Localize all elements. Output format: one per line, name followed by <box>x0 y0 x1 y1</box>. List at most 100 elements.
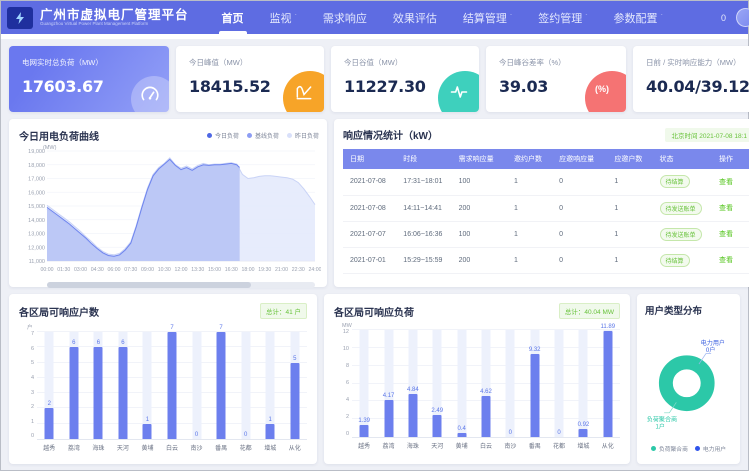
top-navbar: 广州市虚拟电厂管理平台 Guangzhou Virtual Power Plan… <box>1 1 748 34</box>
bar-fill <box>433 415 442 437</box>
category-label-越秀: 越秀 <box>352 441 376 450</box>
total-badge: 总计：41 户 <box>260 303 307 319</box>
bar-花都[interactable]: 0 <box>547 330 571 437</box>
category-label-花都: 花都 <box>233 443 258 452</box>
bar-fill <box>45 408 54 439</box>
bar-花都[interactable]: 0 <box>233 332 258 439</box>
category-label-南沙: 南沙 <box>498 441 522 450</box>
bar-fill <box>143 424 152 439</box>
kpi-label: 今日峰值（MW） <box>189 57 311 68</box>
bar-白云[interactable]: 4.62 <box>474 330 498 437</box>
bar-value-label: 4.84 <box>401 387 425 393</box>
svg-text:12,000: 12,000 <box>28 245 45 251</box>
bar-南沙[interactable]: 0 <box>498 330 522 437</box>
bar-fill <box>481 396 490 437</box>
status-badge: 待发送账单 <box>660 228 702 241</box>
table-cell: 17:31~18:01 <box>396 169 451 195</box>
bar-越秀[interactable]: 1.39 <box>352 330 376 437</box>
status-badge: 待结算 <box>660 254 690 267</box>
bar-南沙[interactable]: 0 <box>184 332 209 439</box>
bar-value-label: 2 <box>37 401 62 407</box>
view-link[interactable]: 查看 <box>719 205 733 212</box>
datazoom-handle[interactable] <box>47 282 251 288</box>
svg-text:07:30: 07:30 <box>124 267 137 273</box>
svg-text:04:30: 04:30 <box>91 267 104 273</box>
response-stats-title: 响应情况统计（kW） <box>343 127 438 142</box>
bar-番禺[interactable]: 9.32 <box>523 330 547 437</box>
view-link[interactable]: 查看 <box>719 231 733 238</box>
user-type-title: 用户类型分布 <box>645 303 732 317</box>
kpi-card-3: 今日峰谷差率（%）39.03(%) <box>486 46 626 112</box>
bar-荔湾[interactable]: 6 <box>62 332 87 439</box>
menu-item-结算管理[interactable]: 结算管理ˇ <box>450 1 525 34</box>
menu-item-参数配置[interactable]: 参数配置ˇ <box>601 1 676 34</box>
category-label-荔湾: 荔湾 <box>376 441 400 450</box>
legend-dot <box>651 446 656 451</box>
bar-从化[interactable]: 11.89 <box>596 330 620 437</box>
bar-fill <box>360 425 369 437</box>
kpi-card-row: 电网实时总负荷（MW）17603.67今日峰值（MW）18415.52今日谷值（… <box>9 46 749 112</box>
legend-item-电力用户[interactable]: 电力用户 <box>695 444 726 453</box>
menu-item-首页[interactable]: 首页 <box>209 1 257 34</box>
bar-fill <box>69 347 78 439</box>
bar-黄埔[interactable]: 0.4 <box>449 330 473 437</box>
svg-text:00:00: 00:00 <box>41 267 54 273</box>
bar-白云[interactable]: 7 <box>160 332 185 439</box>
category-label-白云: 白云 <box>474 441 498 450</box>
app-subtitle: Guangzhou Virtual Power Plant Management… <box>40 22 189 27</box>
table-row: 2021-07-0115:29~15:59200101待结算查看 <box>343 247 749 273</box>
bar-value-label: 0 <box>498 430 522 436</box>
legend-dot <box>207 133 212 138</box>
bar-stripe <box>555 330 564 437</box>
menu-item-label: 签约管理 <box>538 10 582 26</box>
legend-dot <box>287 133 292 138</box>
bar-fill <box>384 400 393 437</box>
svg-text:24:00: 24:00 <box>309 267 321 273</box>
bar-从化[interactable]: 5 <box>282 332 307 439</box>
x-axis-labels: 越秀荔湾海珠天河黄埔白云南沙番禺花都增城从化 <box>37 443 307 452</box>
user-avatar[interactable] <box>736 8 749 27</box>
bar-越秀[interactable]: 2 <box>37 332 62 439</box>
bar-fill <box>457 433 466 437</box>
y-axis: 121086420 <box>334 330 352 438</box>
bar-chart-title: 各区局可响应负荷 <box>334 304 414 319</box>
kpi-label: 电网实时总负荷（MW） <box>22 57 156 68</box>
menu-item-效果评估[interactable]: 效果评估 <box>380 1 450 34</box>
bar-value-label: 5 <box>282 356 307 362</box>
svg-text:16,000: 16,000 <box>28 190 45 196</box>
notification-bell-icon[interactable]: 0 <box>721 13 726 23</box>
bar-value-label: 4.62 <box>474 389 498 395</box>
menu-item-需求响应[interactable]: 需求响应 <box>310 1 380 34</box>
bar-黄埔[interactable]: 1 <box>135 332 160 439</box>
bar-荔湾[interactable]: 4.17 <box>376 330 400 437</box>
table-cell: 16:06~16:36 <box>396 221 451 247</box>
legend-item-今日负荷[interactable]: 今日负荷 <box>207 131 239 140</box>
table-header-日期: 日期 <box>343 149 396 169</box>
bar-番禺[interactable]: 7 <box>209 332 234 439</box>
legend-item-昨日负荷[interactable]: 昨日负荷 <box>287 131 319 140</box>
table-cell: 2021-07-07 <box>343 221 396 247</box>
bar-海珠[interactable]: 4.84 <box>401 330 425 437</box>
category-label-天河: 天河 <box>111 443 136 452</box>
bar-value-label: 1.39 <box>352 418 376 424</box>
view-link[interactable]: 查看 <box>719 257 733 264</box>
bar-天河[interactable]: 6 <box>111 332 136 439</box>
chevron-down-icon: ˇ <box>585 14 587 21</box>
menu-item-签约管理[interactable]: 签约管理ˇ <box>525 1 600 34</box>
bar-fill <box>530 354 539 437</box>
svg-text:06:00: 06:00 <box>108 267 121 273</box>
legend-item-基线负荷[interactable]: 基线负荷 <box>247 131 279 140</box>
kpi-label: 日前 / 实时响应能力（MW） <box>646 57 749 68</box>
bar-海珠[interactable]: 6 <box>86 332 111 439</box>
table-cell: 1 <box>507 195 552 221</box>
bar-增城[interactable]: 1 <box>258 332 283 439</box>
bar-value-label: 1 <box>135 417 160 423</box>
menu-item-监视[interactable]: 监视ˇ <box>257 1 310 34</box>
bar-天河[interactable]: 2.49 <box>425 330 449 437</box>
bar-增城[interactable]: 0.92 <box>571 330 595 437</box>
view-link[interactable]: 查看 <box>719 179 733 186</box>
svg-text:15:00: 15:00 <box>208 267 221 273</box>
datazoom-slider[interactable] <box>47 282 315 288</box>
chevron-down-icon: ˇ <box>295 14 297 21</box>
legend-item-负荷聚合商[interactable]: 负荷聚合商 <box>651 444 688 453</box>
